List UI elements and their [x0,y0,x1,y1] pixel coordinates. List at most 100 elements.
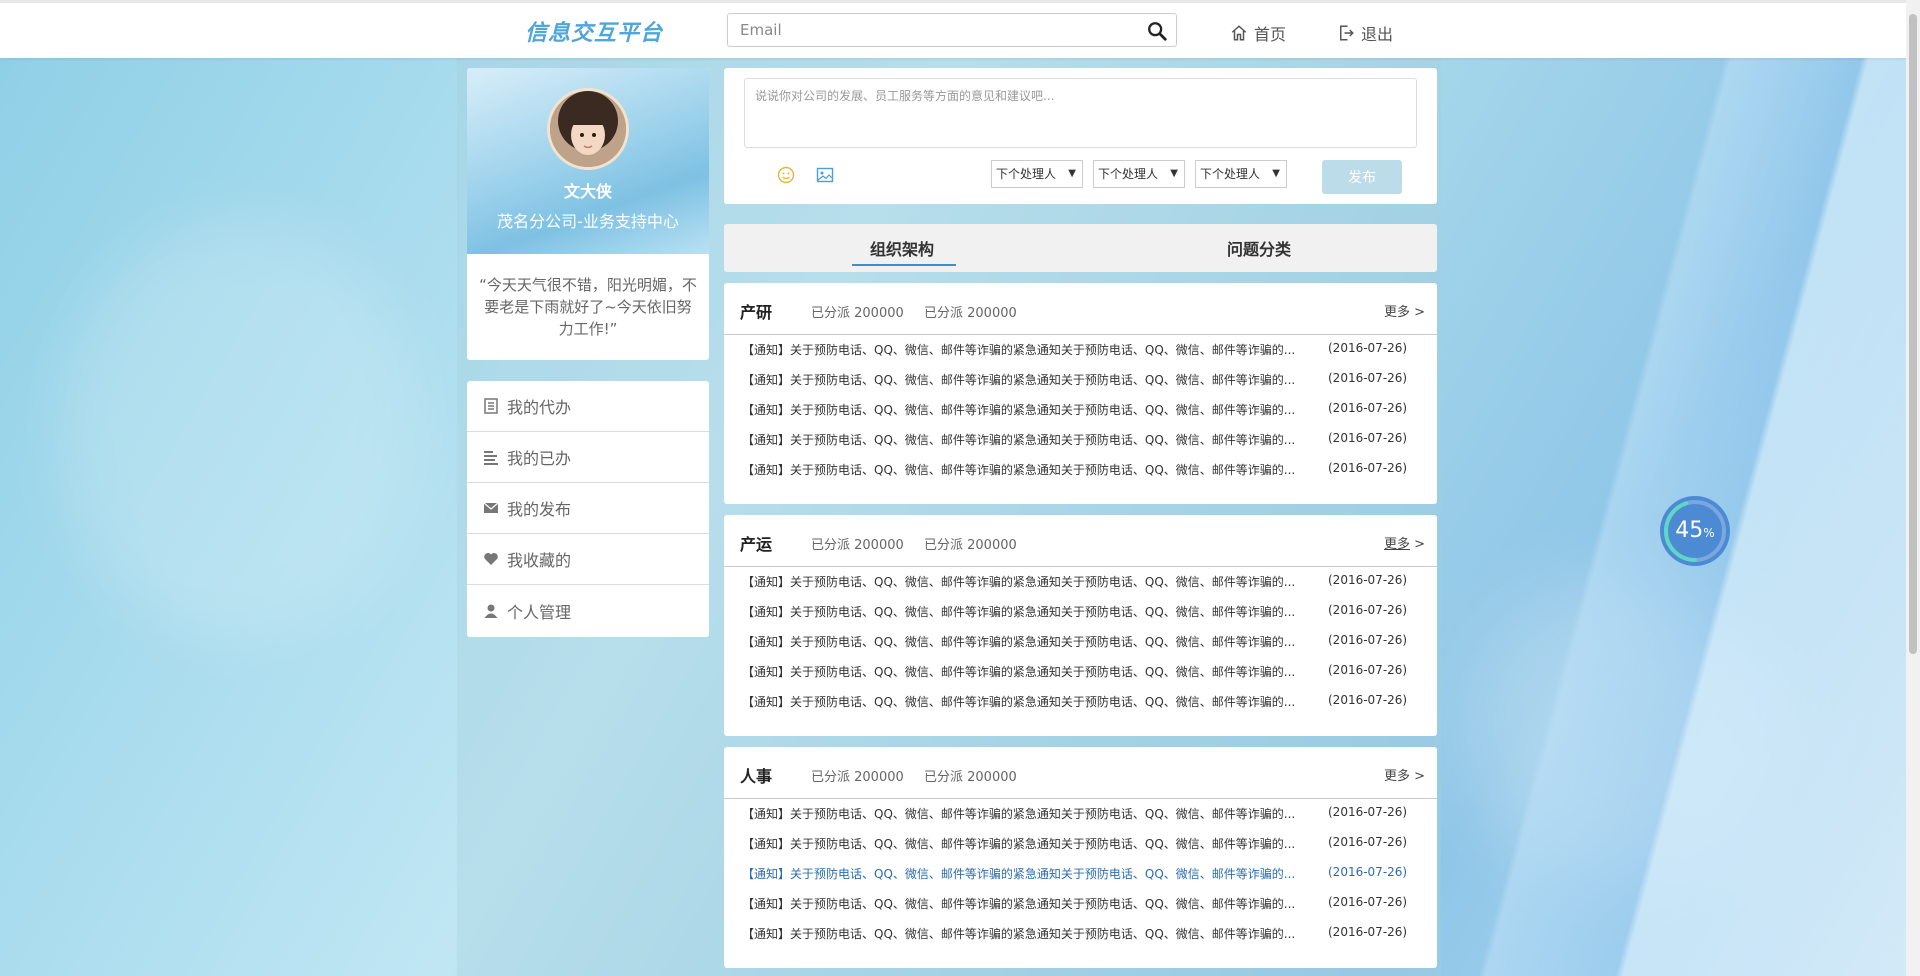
active-tab-indicator [852,264,956,266]
notice-row[interactable]: 【通知】关于预防电话、QQ、微信、邮件等诈骗的紧急通知关于预防电话、QQ、微信、… [742,341,1414,361]
background-stripe [1420,0,1920,976]
user-icon [484,604,498,618]
background-blob [60,220,420,640]
tab-organization[interactable]: 组织架构 [870,236,934,260]
next-handler-select-3[interactable]: 下个处理人 ▼ [1195,160,1287,188]
site-logo[interactable]: 信息交互平台 [525,15,663,47]
notice-row[interactable]: 【通知】关于预防电话、QQ、微信、邮件等诈骗的紧急通知关于预防电话、QQ、微信、… [742,805,1414,825]
menu-item-label: 我的代办 [507,398,572,417]
nav-logout-label: 退出 [1361,25,1394,44]
notice-row[interactable]: 【通知】关于预防电话、QQ、微信、邮件等诈骗的紧急通知关于预防电话、QQ、微信、… [742,461,1414,481]
page-scrollbar[interactable] [1906,0,1920,976]
chevron-right-icon: > [1414,769,1426,784]
dropdown-arrow-icon: ▼ [1170,168,1178,179]
more-label: 更多 [1384,769,1411,784]
profile-banner: 文大侠 茂名分公司-业务支持中心 [467,68,709,254]
notice-date: (2016-07-26) [1328,371,1408,385]
section-panel-rd: 产研 已分派 200000 已分派 200000 更多 > 【通知】关于预防电话… [724,283,1437,504]
notice-title: 【通知】关于预防电话、QQ、微信、邮件等诈骗的紧急通知关于预防电话、QQ、微信、… [742,343,1296,357]
profile-motto: “今天天气很不错，阳光明媚，不要老是下雨就好了~今天依旧努力工作!” [479,276,697,338]
menu-item-profile[interactable]: 个人管理 [467,585,709,636]
notice-row[interactable]: 【通知】关于预防电话、QQ、微信、邮件等诈骗的紧急通知关于预防电话、QQ、微信、… [742,895,1414,915]
notice-row[interactable]: 【通知】关于预防电话、QQ、微信、邮件等诈骗的紧急通知关于预防电话、QQ、微信、… [742,633,1414,653]
suggestion-input[interactable] [744,78,1417,148]
notice-date: (2016-07-26) [1328,633,1408,647]
notice-row[interactable]: 【通知】关于预防电话、QQ、微信、邮件等诈骗的紧急通知关于预防电话、QQ、微信、… [742,431,1414,451]
select-value: 下个处理人 [1098,167,1159,181]
search-input[interactable] [728,14,1128,46]
section-panel-ops: 产运 已分派 200000 已分派 200000 更多 > 【通知】关于预防电话… [724,515,1437,736]
section-title: 产运 [740,535,773,554]
notice-title: 【通知】关于预防电话、QQ、微信、邮件等诈骗的紧急通知关于预防电话、QQ、微信、… [742,837,1296,851]
scrollbar-thumb[interactable] [1909,14,1917,654]
select-value: 下个处理人 [1200,167,1261,181]
section-stat: 已分派 200000 [924,306,1017,321]
menu-item-done[interactable]: 我的已办 [467,432,709,483]
avatar[interactable] [547,88,629,170]
notice-date: (2016-07-26) [1328,693,1408,707]
section-stat: 已分派 200000 [811,538,904,553]
menu-item-label: 我的发布 [507,500,572,519]
section-stat: 已分派 200000 [924,770,1017,785]
nav-logout[interactable]: 退出 [1337,21,1393,45]
notice-date: (2016-07-26) [1328,431,1408,445]
notice-title: 【通知】关于预防电话、QQ、微信、邮件等诈骗的紧急通知关于预防电话、QQ、微信、… [742,897,1296,911]
notice-title: 【通知】关于预防电话、QQ、微信、邮件等诈骗的紧急通知关于预防电话、QQ、微信、… [742,575,1296,589]
notice-row[interactable]: 【通知】关于预防电话、QQ、微信、邮件等诈骗的紧急通知关于预防电话、QQ、微信、… [742,371,1414,391]
menu-item-favorites[interactable]: 我收藏的 [467,534,709,585]
next-handler-select-1[interactable]: 下个处理人 ▼ [991,160,1083,188]
notice-title: 【通知】关于预防电话、QQ、微信、邮件等诈骗的紧急通知关于预防电话、QQ、微信、… [742,635,1296,649]
notice-row[interactable]: 【通知】关于预防电话、QQ、微信、邮件等诈骗的紧急通知关于预防电话、QQ、微信、… [742,401,1414,421]
more-label: 更多 [1384,305,1411,320]
notice-date: (2016-07-26) [1328,401,1408,415]
next-handler-select-2[interactable]: 下个处理人 ▼ [1093,160,1185,188]
notice-title: 【通知】关于预防电话、QQ、微信、邮件等诈骗的紧急通知关于预防电话、QQ、微信、… [742,463,1296,477]
side-menu: 我的代办 我的已办 我的发布 我收藏的 个人管理 [467,381,709,637]
post-composer: 下个处理人 ▼ 下个处理人 ▼ 下个处理人 ▼ 发布 [724,68,1437,204]
emoji-icon[interactable] [777,166,795,184]
dropdown-arrow-icon: ▼ [1068,168,1076,179]
more-link[interactable]: 更多 > [1384,533,1425,552]
menu-item-todo[interactable]: 我的代办 [467,381,709,432]
notice-title: 【通知】关于预防电话、QQ、微信、邮件等诈骗的紧急通知关于预防电话、QQ、微信、… [742,403,1296,417]
image-icon[interactable] [816,166,834,184]
notice-row[interactable]: 【通知】关于预防电话、QQ、微信、邮件等诈骗的紧急通知关于预防电话、QQ、微信、… [742,693,1414,713]
menu-item-label: 我收藏的 [507,551,572,570]
todo-list-icon [484,398,498,414]
notice-row[interactable]: 【通知】关于预防电话、QQ、微信、邮件等诈骗的紧急通知关于预防电话、QQ、微信、… [742,573,1414,593]
notice-date: (2016-07-26) [1328,663,1408,677]
notice-row[interactable]: 【通知】关于预防电话、QQ、微信、邮件等诈骗的紧急通知关于预防电话、QQ、微信、… [742,865,1414,885]
notice-title: 【通知】关于预防电话、QQ、微信、邮件等诈骗的紧急通知关于预防电话、QQ、微信、… [742,373,1296,387]
chevron-right-icon: > [1414,305,1426,320]
profile-department: 茂名分公司-业务支持中心 [497,212,679,231]
section-title: 产研 [740,303,773,322]
heart-icon [484,553,498,565]
more-link[interactable]: 更多 > [1384,301,1425,320]
notice-row[interactable]: 【通知】关于预防电话、QQ、微信、邮件等诈骗的紧急通知关于预防电话、QQ、微信、… [742,603,1414,623]
notice-date: (2016-07-26) [1328,341,1408,355]
dropdown-arrow-icon: ▼ [1272,168,1280,179]
notice-title: 【通知】关于预防电话、QQ、微信、邮件等诈骗的紧急通知关于预防电话、QQ、微信、… [742,433,1296,447]
publish-button[interactable]: 发布 [1322,160,1402,194]
more-label: 更多 [1384,537,1411,552]
notice-row[interactable]: 【通知】关于预防电话、QQ、微信、邮件等诈骗的紧急通知关于预防电话、QQ、微信、… [742,835,1414,855]
notice-row[interactable]: 【通知】关于预防电话、QQ、微信、邮件等诈骗的紧急通知关于预防电话、QQ、微信、… [742,925,1414,945]
nav-home-label: 首页 [1254,25,1287,44]
progress-unit: % [1703,526,1715,540]
notice-title: 【通知】关于预防电话、QQ、微信、邮件等诈骗的紧急通知关于预防电话、QQ、微信、… [742,605,1296,619]
nav-home[interactable]: 首页 [1230,21,1286,45]
background-blob [1470,580,1770,880]
search-box [727,13,1177,47]
logout-icon [1340,25,1354,41]
category-tabs: 组织架构 问题分类 [724,224,1437,272]
notice-row[interactable]: 【通知】关于预防电话、QQ、微信、邮件等诈骗的紧急通知关于预防电话、QQ、微信、… [742,663,1414,683]
progress-widget[interactable]: 45% [1660,496,1730,566]
more-link[interactable]: 更多 > [1384,765,1425,784]
section-panel-hr: 人事 已分派 200000 已分派 200000 更多 > 【通知】关于预防电话… [724,747,1437,968]
menu-item-published[interactable]: 我的发布 [467,483,709,534]
notice-date: (2016-07-26) [1328,895,1408,909]
tab-issue-category[interactable]: 问题分类 [1227,236,1291,260]
notice-title: 【通知】关于预防电话、QQ、微信、邮件等诈骗的紧急通知关于预防电话、QQ、微信、… [742,665,1296,679]
search-icon[interactable] [1146,20,1168,42]
notice-title: 【通知】关于预防电话、QQ、微信、邮件等诈骗的紧急通知关于预防电话、QQ、微信、… [742,927,1296,941]
